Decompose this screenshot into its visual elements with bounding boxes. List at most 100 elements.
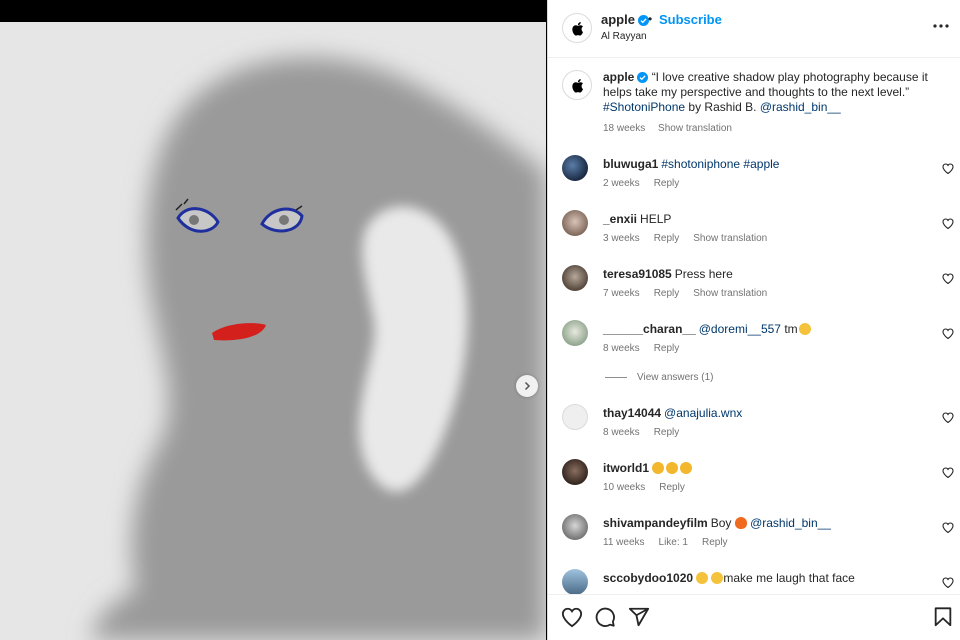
comment-username[interactable]: itworld1	[603, 461, 649, 475]
avatar[interactable]	[562, 210, 588, 236]
avatar[interactable]	[562, 569, 588, 595]
caption-quote: “I love creative shadow play photography…	[603, 70, 928, 99]
reply-button[interactable]: Reply	[654, 288, 680, 299]
comment-username[interactable]: shivampandeyfilm	[603, 516, 708, 530]
heart-icon[interactable]	[942, 218, 954, 229]
avatar[interactable]	[562, 265, 588, 291]
comment-body: Press here	[674, 267, 733, 281]
comment-username[interactable]: ______charan__	[603, 322, 696, 336]
heart-icon[interactable]	[561, 606, 583, 628]
apple-logo-icon	[571, 21, 583, 36]
caption-username[interactable]: apple	[603, 70, 634, 84]
more-horizontal-icon[interactable]	[931, 18, 951, 34]
comment-meta: 8 weeks Reply	[603, 343, 693, 354]
caption-mention[interactable]: @rashid_bin__	[760, 100, 841, 114]
avatar[interactable]	[562, 155, 588, 181]
comment-item: _enxii HELP 3 weeks Reply Show translation	[562, 210, 954, 254]
avatar[interactable]	[562, 404, 588, 430]
comment-meta: 11 weeks Like: 1 Reply	[603, 537, 742, 548]
view-answers-button[interactable]: View answers (1)	[605, 372, 714, 383]
comment-text-row: itworld1	[603, 461, 693, 475]
send-icon[interactable]	[628, 606, 650, 628]
comment-time[interactable]: 7 weeks	[603, 288, 640, 299]
heart-icon[interactable]	[942, 412, 954, 423]
comment-username[interactable]: _enxii	[603, 212, 637, 226]
reply-button[interactable]: Reply	[659, 482, 685, 493]
header-separator-dot: •	[648, 12, 653, 26]
comment-item: itworld1 10 weeks Reply	[562, 459, 954, 503]
clapping-emoji-icon	[666, 462, 679, 474]
avatar[interactable]	[562, 459, 588, 485]
heart-icon[interactable]	[942, 328, 954, 339]
comment-meta: 3 weeks Reply Show translation	[603, 233, 781, 244]
avatar[interactable]	[562, 320, 588, 346]
comment-hashtags[interactable]: #shotoniphone #apple	[661, 157, 779, 171]
comment-icon[interactable]	[594, 606, 616, 628]
post-action-bar	[548, 594, 960, 640]
heart-icon[interactable]	[942, 522, 954, 533]
subscribe-button[interactable]: Subscribe	[659, 12, 722, 27]
comment-text-row: ______charan__ @doremi__557 tm	[603, 322, 811, 336]
comment-item: bluwuga1 #shotoniphone #apple 2 weeks Repl…	[562, 155, 954, 199]
shadow-face-image	[0, 22, 546, 640]
post-header: apple • Subscribe Al Rayyan	[548, 0, 960, 58]
comment-text-row: shivampandeyfilm Boy @rashid_bin__	[603, 516, 831, 530]
comment-text-row: _enxii HELP	[603, 212, 671, 226]
reply-button[interactable]: Reply	[654, 427, 680, 438]
comment-time[interactable]: 2 weeks	[603, 178, 640, 189]
comment-body: make me laugh that face	[723, 571, 855, 585]
next-photo-button[interactable]	[516, 375, 538, 397]
reply-button[interactable]: Reply	[654, 178, 680, 189]
caption-hashtag[interactable]: #ShotoniPhone	[603, 100, 685, 114]
comment-mention[interactable]: @rashid_bin__	[750, 516, 831, 530]
fire-emoji-icon	[734, 517, 747, 529]
header-username[interactable]: apple	[601, 12, 635, 27]
view-answers-line	[605, 376, 627, 378]
caption-show-translation[interactable]: Show translation	[658, 123, 732, 134]
heart-icon[interactable]	[942, 577, 954, 588]
comment-text-row: sccobydoo1020 make me laugh that face	[603, 571, 855, 585]
reply-button[interactable]: Reply	[702, 537, 728, 548]
comment-time[interactable]: 11 weeks	[603, 537, 645, 548]
comment-username[interactable]: sccobydoo1020	[603, 571, 693, 585]
comment-meta: 8 weeks Reply	[603, 427, 693, 438]
comment-text-row: bluwuga1 #shotoniphone #apple	[603, 157, 779, 171]
comment-mention[interactable]: @doremi__557	[699, 322, 781, 336]
comment-time[interactable]: 3 weeks	[603, 233, 640, 244]
clapping-emoji-icon	[680, 462, 693, 474]
comment-time[interactable]: 8 weeks	[603, 343, 640, 354]
caption-meta: 18 weeks Show translation	[603, 121, 943, 136]
bookmark-icon[interactable]	[932, 606, 954, 628]
comment-item: ______charan__ @doremi__557 tm 8 weeks Rep…	[562, 320, 954, 364]
show-translation-button[interactable]: Show translation	[693, 233, 767, 244]
laughing-emoji-icon	[798, 323, 811, 335]
comment-likes[interactable]: Like: 1	[659, 537, 688, 548]
post-side-panel: apple • Subscribe Al Rayyan apple “I lov…	[547, 0, 960, 640]
header-username-row: apple	[601, 12, 649, 27]
comment-mention[interactable]: @anajulia.wnx	[664, 406, 742, 420]
verified-badge-icon	[637, 72, 649, 83]
account-avatar[interactable]	[562, 13, 592, 43]
laughing-emoji-icon	[696, 572, 709, 584]
heart-icon[interactable]	[942, 467, 954, 478]
comment-username[interactable]: thay14044	[603, 406, 661, 420]
post-location[interactable]: Al Rayyan	[601, 31, 647, 42]
reply-button[interactable]: Reply	[654, 233, 680, 244]
avatar[interactable]	[562, 514, 588, 540]
comment-time[interactable]: 8 weeks	[603, 427, 640, 438]
comment-meta: 10 weeks Reply	[603, 482, 699, 493]
comment-meta: 7 weeks Reply Show translation	[603, 288, 781, 299]
caption-time[interactable]: 18 weeks	[603, 123, 645, 134]
comment-item: shivampandeyfilm Boy @rashid_bin__ 11 wee…	[562, 514, 954, 558]
caption-by: by Rashid B.	[688, 100, 757, 114]
comment-username[interactable]: bluwuga1	[603, 157, 658, 171]
reply-button[interactable]: Reply	[654, 343, 680, 354]
comment-time[interactable]: 10 weeks	[603, 482, 645, 493]
comment-text-row: thay14044 @anajulia.wnx	[603, 406, 742, 420]
comment-item: thay14044 @anajulia.wnx 8 weeks Reply	[562, 404, 954, 448]
show-translation-button[interactable]: Show translation	[693, 288, 767, 299]
heart-icon[interactable]	[942, 273, 954, 284]
comment-username[interactable]: teresa91085	[603, 267, 672, 281]
heart-icon[interactable]	[942, 163, 954, 174]
caption-avatar[interactable]	[562, 70, 592, 100]
